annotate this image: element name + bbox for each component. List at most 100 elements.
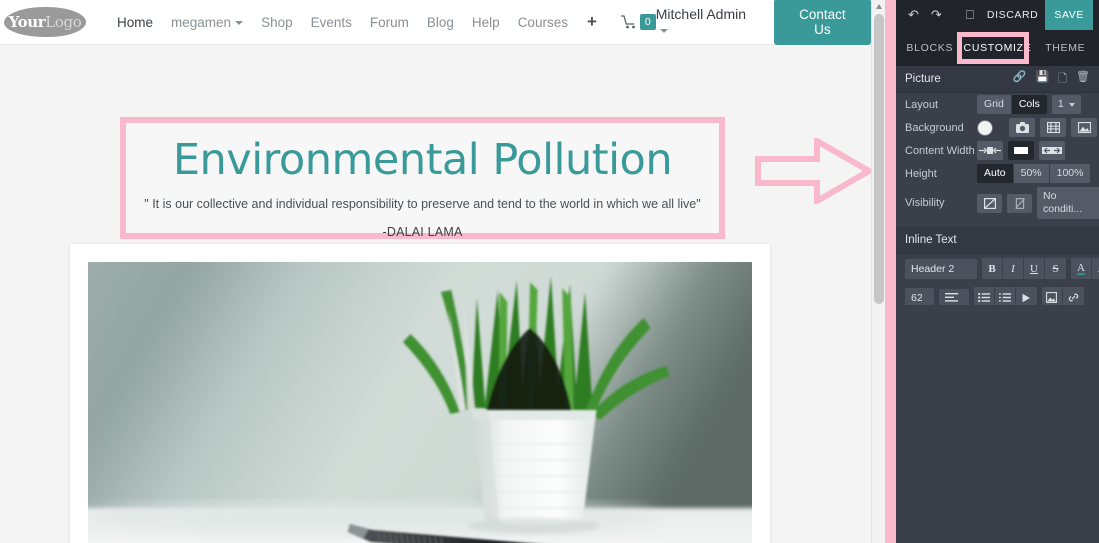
content-width-row: Content Width (896, 139, 1099, 162)
logo-text-secondary: Logo (45, 13, 82, 31)
picture-block[interactable] (70, 244, 770, 543)
nav-item-blog[interactable]: Blog (418, 11, 463, 34)
user-menu[interactable]: Mitchell Admin (656, 6, 756, 38)
redo-icon[interactable]: ↷ (925, 7, 948, 23)
visibility-controls: No conditi... (977, 187, 1099, 219)
text-format-toolbar-row1: Header 2 B I U S A (896, 254, 1099, 283)
hero-author: -DALAI LAMA (382, 225, 463, 239)
film-icon (1046, 122, 1060, 133)
background-color-swatch[interactable] (977, 119, 993, 136)
nav-label: Home (117, 14, 154, 30)
content-width-full-button[interactable] (1039, 141, 1065, 160)
editor-toolbar: ↶ ↷ ⎕ DISCARD SAVE (896, 0, 1099, 30)
scroll-up-arrow-icon[interactable] (876, 4, 882, 9)
mobile-preview-icon[interactable]: ⎕ (960, 7, 980, 23)
layout-controls: Grid Cols 1 (977, 95, 1081, 114)
visibility-hide-button[interactable] (1007, 193, 1033, 213)
layout-column-count-value: 1 (1057, 98, 1064, 110)
background-picture-button[interactable] (1071, 118, 1097, 137)
content-width-narrow-button[interactable] (977, 141, 1003, 160)
save-icon[interactable]: 💾 (1035, 70, 1049, 89)
layout-row: Layout Grid Cols 1 (896, 93, 1099, 116)
site-logo[interactable]: Your Logo (4, 7, 86, 37)
trash-icon[interactable]: 🗑 (1076, 70, 1090, 89)
text-color-buttons: A (1071, 258, 1099, 279)
discard-button[interactable]: DISCARD (980, 9, 1045, 21)
picture-section-actions: 🔗 💾 🗋 🗑 (1013, 70, 1090, 89)
numbered-list-icon (998, 293, 1011, 302)
content-width-label: Content Width (905, 144, 975, 157)
layout-grid-button[interactable]: Grid (977, 95, 1012, 114)
cart-button[interactable]: 0 (620, 14, 656, 30)
hero-photo[interactable] (88, 262, 752, 543)
layout-cols-button[interactable]: Cols (1011, 95, 1047, 114)
cart-count-badge: 0 (639, 14, 656, 30)
layout-label: Layout (905, 98, 939, 111)
background-image-button[interactable] (1009, 118, 1035, 137)
nav-label: Events (310, 14, 352, 30)
text-style-select[interactable]: Header 2 (905, 258, 977, 279)
undo-icon[interactable]: ↶ (902, 7, 925, 23)
inline-text-section-title: Inline Text (905, 234, 957, 246)
page-scrollbar[interactable] (871, 0, 885, 543)
picture-section-header: Picture 🔗 💾 🗋 🗑 (896, 66, 1099, 93)
image-icon (1046, 292, 1058, 303)
nav-item-shop[interactable]: Shop (252, 11, 302, 34)
italic-button[interactable]: I (1003, 258, 1024, 279)
background-controls (977, 118, 1097, 137)
visibility-condition-select[interactable]: No conditi... (1037, 187, 1099, 219)
visibility-condition-value: No conditi... (1043, 190, 1083, 215)
panel-empty-area (896, 305, 1099, 543)
underline-button[interactable]: U (1024, 258, 1045, 279)
visibility-label: Visibility (905, 197, 945, 209)
tab-theme[interactable]: THEME (1031, 30, 1099, 66)
text-align-select[interactable] (938, 289, 969, 306)
cart-icon (620, 15, 635, 29)
duplicate-icon[interactable]: 🗋 (1058, 70, 1067, 89)
logo-text-primary: Your (8, 13, 46, 31)
nav-item-home[interactable]: Home (108, 11, 162, 34)
nav-label: Courses (517, 14, 568, 30)
page-title: Environmental Pollution (172, 135, 673, 185)
font-color-button[interactable]: A (1071, 258, 1092, 279)
tab-blocks[interactable]: BLOCKS (896, 30, 964, 66)
height-100-button[interactable]: 100% (1049, 164, 1091, 183)
nav-label: Blog (426, 14, 454, 30)
link-icon[interactable]: 🔗 (1013, 70, 1027, 89)
nav-item-events[interactable]: Events (302, 11, 361, 34)
picture-section-title: Picture (905, 73, 941, 85)
layout-column-count-select[interactable]: 1 (1051, 95, 1081, 114)
nav-item-help[interactable]: Help (463, 11, 509, 34)
height-label: Height (905, 167, 937, 180)
align-icon (944, 293, 958, 302)
nav-label: Forum (369, 14, 409, 30)
font-color-letter: A (1077, 261, 1085, 275)
nav-label: megamen (171, 14, 232, 30)
content-width-medium-button[interactable] (1008, 141, 1034, 160)
site-header: Your Logo Home megamen Shop Events Forum … (0, 0, 885, 45)
nav-item-forum[interactable]: Forum (361, 11, 418, 34)
hero-heading-block[interactable]: Environmental Pollution " It is our coll… (120, 117, 725, 239)
visibility-show-button[interactable] (977, 193, 1003, 213)
desk-plant-notebook-photo (88, 262, 752, 543)
height-auto-button[interactable]: Auto (977, 164, 1014, 183)
add-page-icon[interactable]: + (577, 12, 607, 32)
highlight-color-button[interactable] (1092, 258, 1099, 279)
nav-item-megamen[interactable]: megamen (162, 11, 252, 34)
scrollbar-thumb[interactable] (874, 14, 884, 304)
text-style-value: Header 2 (911, 262, 955, 275)
background-video-button[interactable] (1040, 118, 1066, 137)
save-button[interactable]: SAVE (1045, 0, 1093, 30)
strikethrough-button[interactable]: S (1045, 258, 1066, 279)
font-size-value: 62 (911, 291, 923, 304)
annotation-separator-line (885, 0, 896, 543)
bold-button[interactable]: B (982, 258, 1003, 279)
layout-toggle-group: Grid Cols (977, 95, 1047, 114)
tab-customize[interactable]: CUSTOMIZE (964, 30, 1032, 66)
chevron-down-icon (1068, 102, 1075, 107)
bulleted-list-icon (977, 293, 990, 302)
nav-item-courses[interactable]: Courses (509, 11, 577, 34)
visibility-row: Visibility No conditi... (896, 185, 1099, 221)
contact-us-button[interactable]: Contact Us (773, 0, 871, 45)
height-50-button[interactable]: 50% (1013, 164, 1050, 183)
